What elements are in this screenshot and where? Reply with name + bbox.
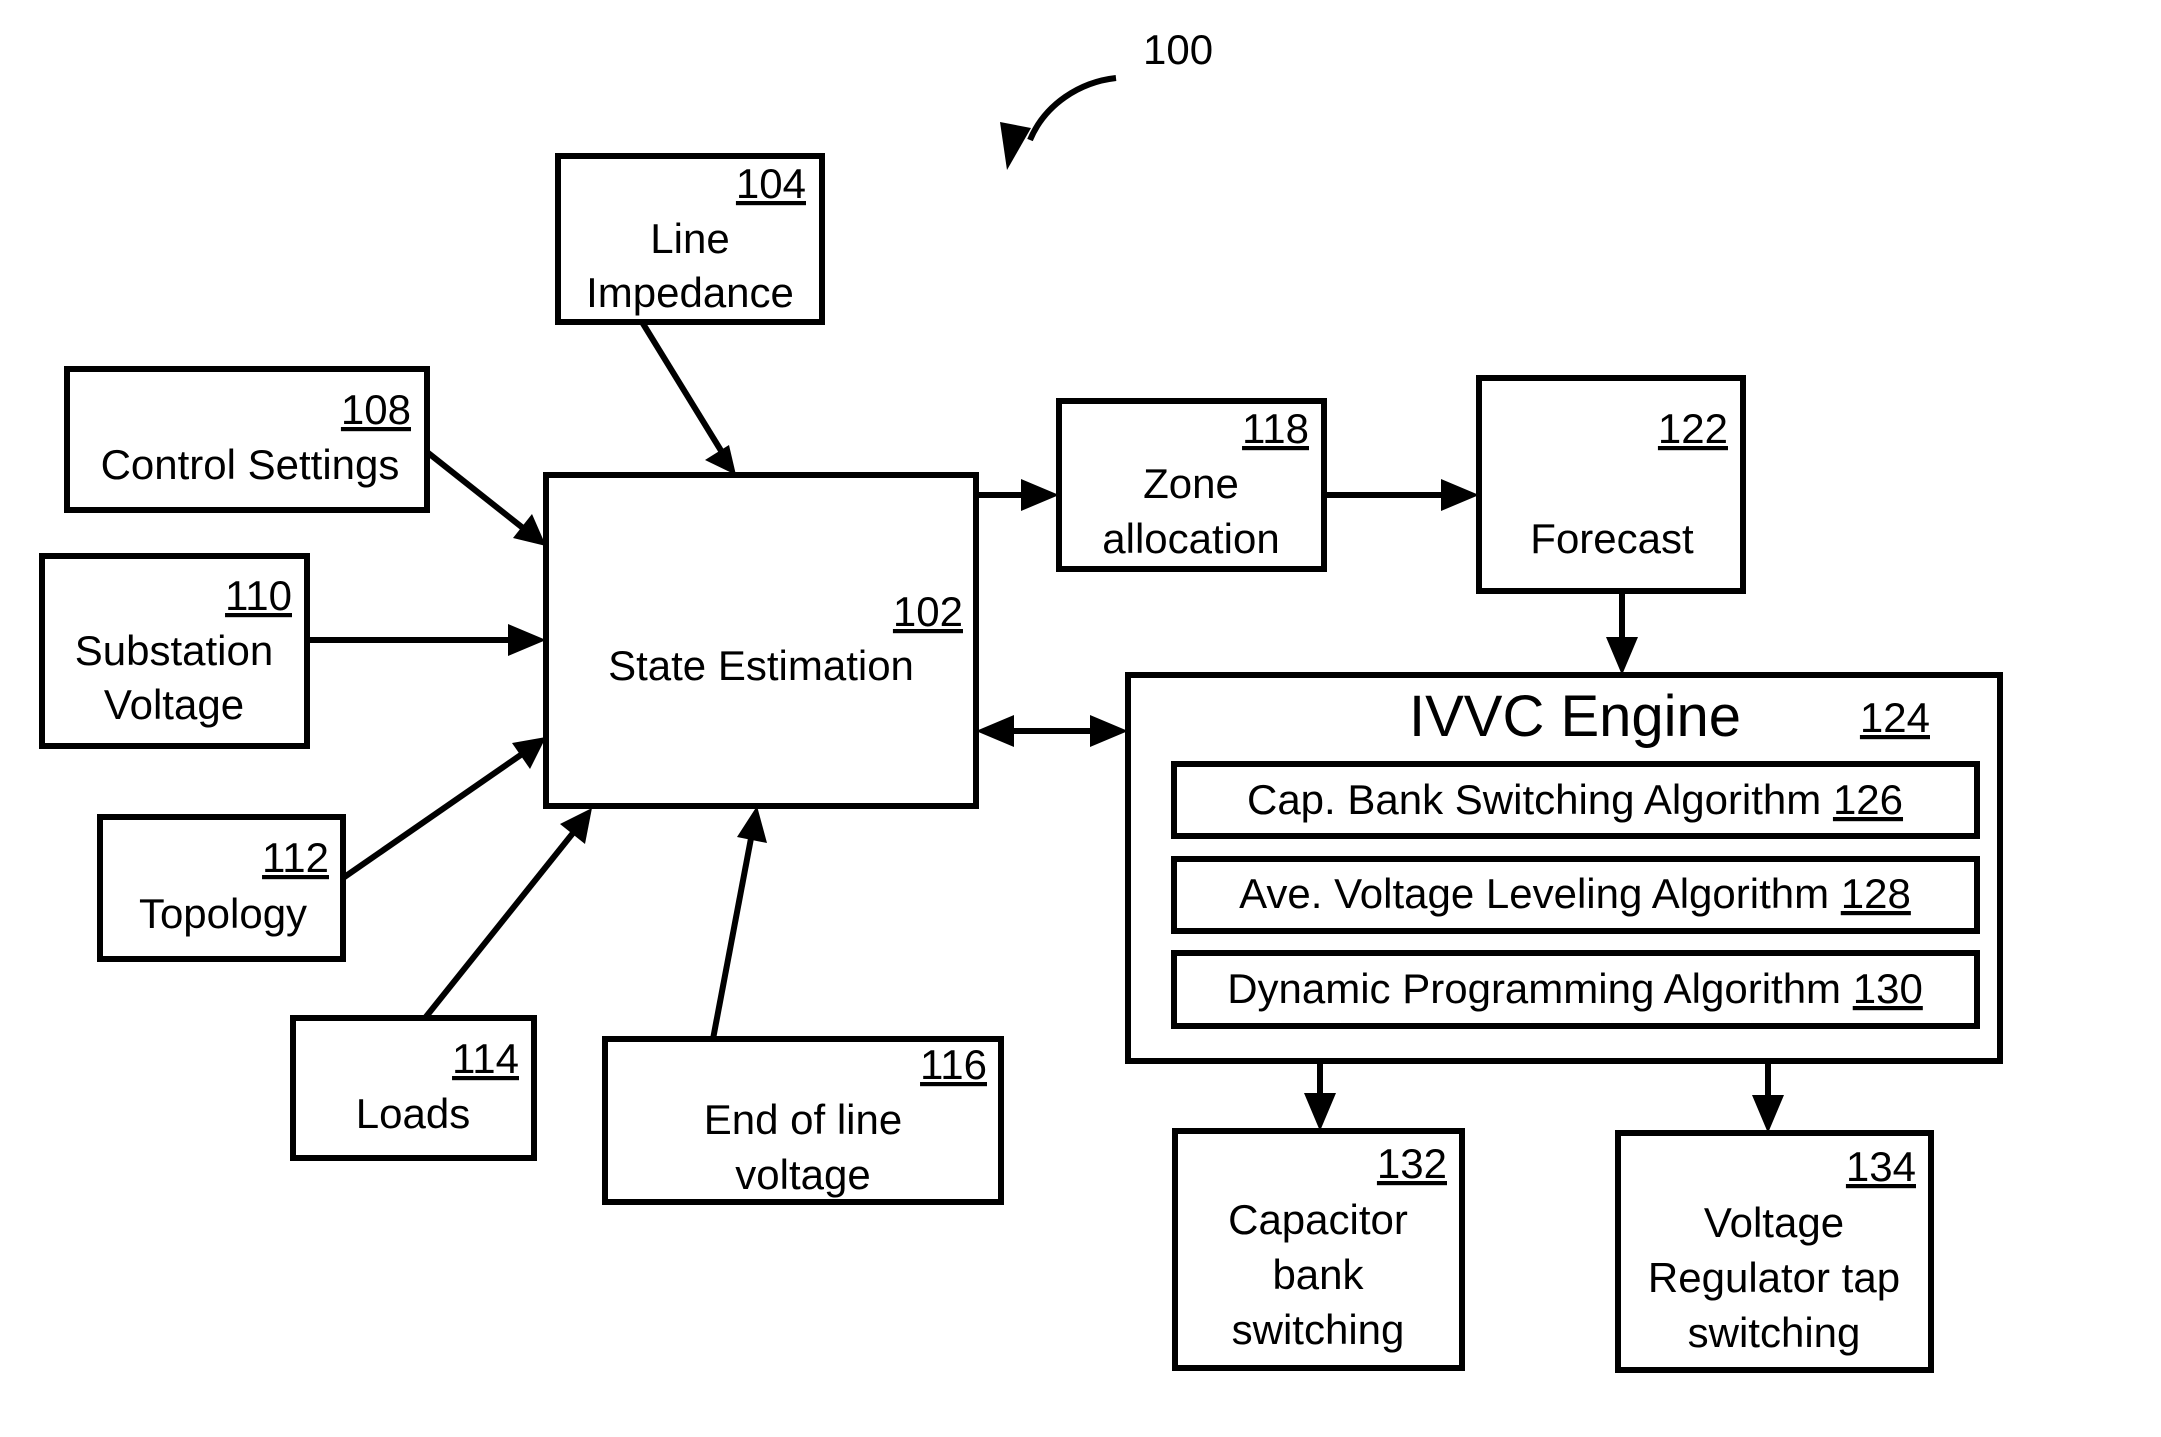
arrowhead-icon [1021,479,1059,511]
node-ref: 102 [893,588,963,635]
node-ref: 122 [1658,405,1728,452]
node-zone-allocation: 118 Zone allocation [1056,398,1327,572]
algorithm-label: Ave. Voltage Leveling Algorithm 128 [1239,870,1911,917]
node-label-line: Voltage [1704,1199,1844,1246]
algorithm-ref: 128 [1841,870,1911,917]
arrowhead-icon [512,737,546,769]
node-label-line: End of line [704,1096,902,1143]
node-label-line: allocation [1102,515,1279,562]
node-label-line: Control Settings [101,441,400,488]
node-state-estimation: 102 State Estimation [543,472,979,809]
node-label-line: voltage [735,1151,870,1198]
node-loads: 114 Loads [290,1015,537,1161]
algorithm-ref: 126 [1833,776,1903,823]
edge-loads-to-state-estimation [422,826,580,1020]
node-label-line: Topology [139,890,307,937]
arrowhead-icon [1441,479,1479,511]
edge-end-of-line-voltage-to-state-estimation [710,832,755,1040]
node-label-line: Line [650,215,729,262]
figure-ref-arrowhead-icon [1000,122,1031,170]
algorithm-ref: 130 [1853,965,1923,1012]
node-ref: 118 [1242,405,1309,452]
arrowhead-icon [1090,715,1128,747]
node-substation-voltage: 110 Substation Voltage [39,553,310,749]
node-topology: 112 Topology [97,814,346,962]
node-ref: 134 [1846,1143,1916,1190]
node-label-line: Impedance [586,269,794,316]
node-voltage-regulator-tap-switching: 134 Voltage Regulator tap switching [1615,1130,1934,1373]
figure-ref-curved-arrow-icon [1027,75,1117,142]
node-label-line: Forecast [1530,515,1694,562]
node-ref: 108 [341,386,411,433]
node-ref: 132 [1377,1140,1447,1187]
algorithm-label: Cap. Bank Switching Algorithm 126 [1247,776,1903,823]
node-ref: 116 [920,1041,987,1088]
node-capacitor-bank-switching: 132 Capacitor bank switching [1172,1128,1465,1371]
node-label-line: Zone [1143,460,1239,507]
node-ref: 124 [1860,694,1930,741]
node-label-line: bank [1272,1251,1364,1298]
node-forecast: 122 Forecast [1476,375,1746,594]
node-label-line: State Estimation [608,642,914,689]
edge-line-impedance-to-state-estimation [639,320,731,464]
node-ref: 112 [262,834,329,881]
figure-reference: 100 [1000,26,1213,170]
node-label-line: Regulator tap [1648,1254,1900,1301]
node-control-settings: 108 Control Settings [64,366,430,513]
algorithm-ave-voltage-leveling: Ave. Voltage Leveling Algorithm 128 [1171,856,1980,934]
node-ref: 110 [225,572,292,619]
algorithm-label: Dynamic Programming Algorithm 130 [1227,965,1923,1012]
arrowhead-icon [1606,637,1638,675]
node-label-line: switching [1232,1306,1405,1353]
edge-topology-to-state-estimation [341,749,527,881]
node-end-of-line-voltage: 116 End of line voltage [602,1036,1004,1205]
algorithm-dynamic-programming: Dynamic Programming Algorithm 130 [1171,950,1980,1029]
node-label-line: Loads [356,1090,470,1137]
arrowhead-icon [513,514,546,546]
figure-ref-label: 100 [1143,26,1213,73]
node-label-line: Capacitor [1228,1196,1408,1243]
ivvc-engine-title: IVVC Engine [1409,684,1741,749]
diagram-canvas: 100 104 Line Impedance 108 Control Setti… [39,26,2003,1373]
node-ref: 104 [736,160,806,207]
arrowhead-icon [1304,1093,1336,1131]
arrowhead-icon [976,715,1014,747]
node-line-impedance: 104 Line Impedance [555,153,825,325]
algorithm-cap-bank-switching: Cap. Bank Switching Algorithm 126 [1171,761,1980,839]
node-label-line: Voltage [104,681,244,728]
edge-control-settings-to-state-estimation [425,449,530,535]
arrowhead-icon [1752,1095,1784,1133]
node-label-line: switching [1688,1309,1861,1356]
node-label-line: Substation [75,627,273,674]
arrowhead-icon [508,624,546,656]
arrowhead-icon [737,806,767,843]
node-ivvc-engine: IVVC Engine 124 Cap. Bank Switching Algo… [1125,672,2003,1064]
node-ref: 114 [452,1035,519,1082]
